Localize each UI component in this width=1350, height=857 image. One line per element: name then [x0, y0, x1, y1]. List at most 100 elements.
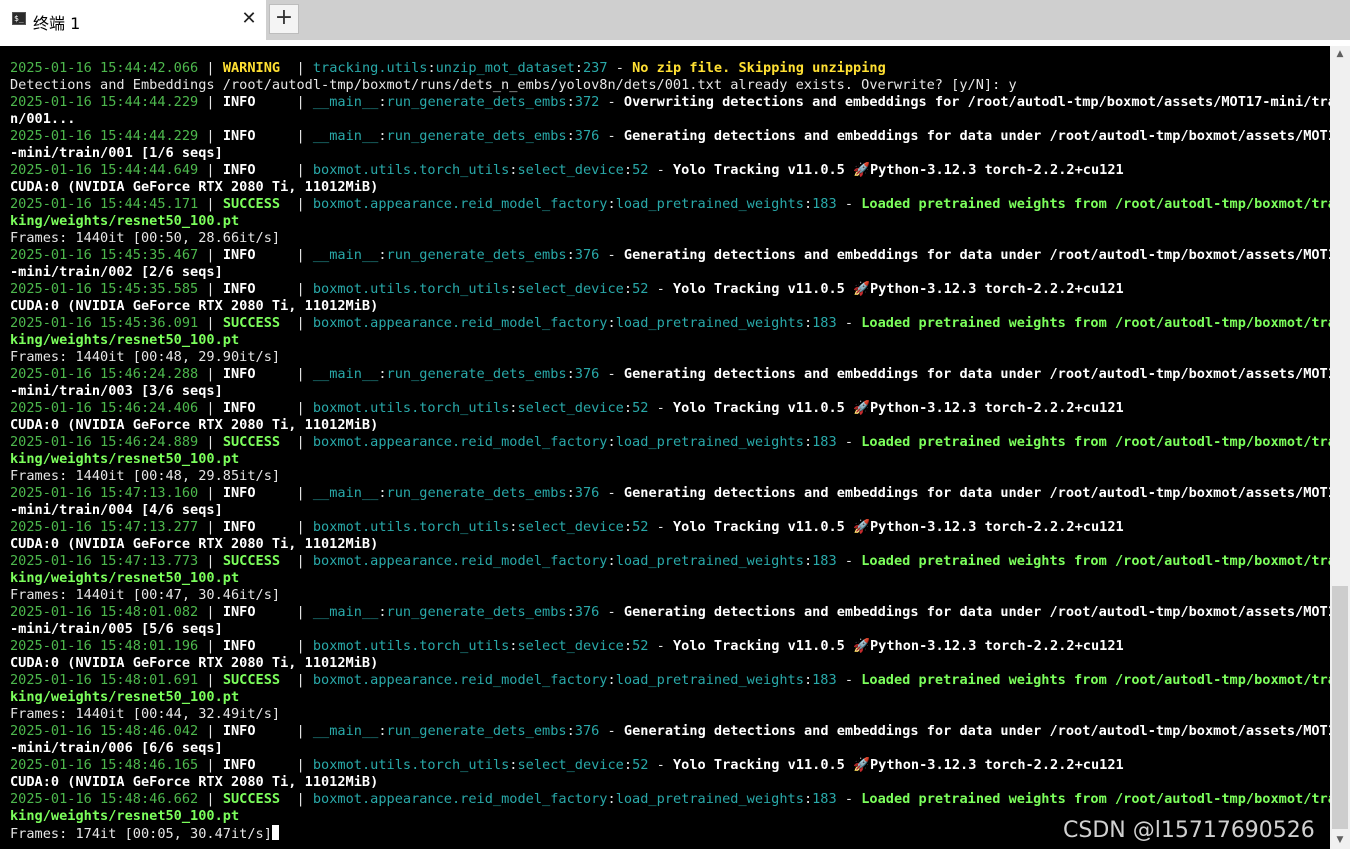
scroll-up-icon[interactable]: ▲: [1330, 46, 1350, 63]
close-icon[interactable]: ✕: [240, 9, 258, 29]
terminal-text: Yolo Tracking v11.0.5: [673, 519, 854, 535]
terminal-text: 2025-01-16 15:48:46.042: [10, 723, 199, 739]
terminal-text: |: [288, 196, 313, 212]
terminal-text: 237: [582, 60, 608, 76]
terminal-text: run_generate_dets_embs: [386, 128, 567, 144]
terminal-text: 2025-01-16 15:48:46.165: [10, 757, 199, 773]
terminal-line: -mini/train/005 [5/6 seqs]: [10, 621, 1330, 638]
terminal-text: :: [607, 672, 616, 688]
terminal-text: :: [378, 485, 387, 501]
terminal-line: n/001...: [10, 111, 1330, 128]
terminal-text: 52: [632, 281, 649, 297]
terminal-text: Generating detections and embeddings for…: [623, 723, 1330, 739]
terminal-text: run_generate_dets_embs: [386, 604, 567, 620]
terminal-text: Detections and Embeddings /root/autodl-t…: [10, 77, 1017, 93]
terminal-text: -: [648, 638, 673, 654]
terminal-text: select_device: [517, 638, 624, 654]
terminal-text: Generating detections and embeddings for…: [623, 485, 1330, 501]
terminal-text: :: [803, 553, 813, 569]
terminal-text: boxmot.appearance.reid_model_factory: [312, 553, 608, 569]
terminal-text: Generating detections and embeddings for…: [623, 128, 1330, 144]
vertical-scrollbar[interactable]: ▲ ▼: [1330, 46, 1350, 849]
terminal-text: SUCCESS: [222, 791, 289, 807]
terminal-line: 2025-01-16 15:47:13.773 | SUCCESS | boxm…: [10, 553, 1330, 570]
terminal-text: CUDA:0 (NVIDIA GeForce RTX 2080 Ti, 1101…: [10, 536, 379, 552]
terminal-text: 🚀: [853, 519, 870, 535]
terminal-text: :: [566, 247, 575, 263]
terminal-text: Generating detections and embeddings for…: [623, 247, 1330, 263]
terminal-text: select_device: [517, 281, 624, 297]
terminal-text: Yolo Tracking v11.0.5: [673, 162, 854, 178]
terminal-text: CUDA:0 (NVIDIA GeForce RTX 2080 Ti, 1101…: [10, 417, 379, 433]
scrollbar-thumb[interactable]: [1332, 586, 1348, 829]
terminal-text: INFO: [222, 162, 289, 178]
terminal-line: 2025-01-16 15:46:24.889 | SUCCESS | boxm…: [10, 434, 1330, 451]
terminal-text: CUDA:0 (NVIDIA GeForce RTX 2080 Ti, 1101…: [10, 774, 379, 790]
terminal-text: Frames: 1440it [00:50, 28.66it/s]: [10, 230, 281, 246]
terminal-text: 183: [812, 196, 837, 212]
terminal-text: boxmot.utils.torch_utils: [312, 638, 510, 654]
terminal-text: 52: [632, 162, 649, 178]
terminal-line: 2025-01-16 15:44:42.066 | WARNING | trac…: [10, 60, 1330, 77]
terminal-text: 🚀: [853, 757, 870, 773]
terminal-line: king/weights/resnet50_100.pt: [10, 213, 1330, 230]
terminal-text: |: [198, 94, 223, 110]
tab-terminal-1[interactable]: $_ 终端 1 ✕: [0, 0, 266, 40]
terminal-text: Loaded pretrained weights from /root/aut…: [861, 196, 1330, 212]
terminal-text: 2025-01-16 15:48:01.196: [10, 638, 199, 654]
terminal-text: INFO: [222, 604, 289, 620]
terminal-text: |: [288, 128, 313, 144]
terminal-text: 🚀: [853, 400, 870, 416]
terminal-text: 52: [632, 757, 649, 773]
terminal-text: boxmot.appearance.reid_model_factory: [312, 791, 608, 807]
terminal-text: |: [198, 196, 223, 212]
terminal-text: -mini/train/006 [6/6 seqs]: [10, 740, 223, 756]
terminal-text: 2025-01-16 15:47:13.160: [10, 485, 199, 501]
terminal-text: 2025-01-16 15:45:36.091: [10, 315, 199, 331]
terminal-text: -: [599, 366, 624, 382]
terminal-text: :: [427, 60, 436, 76]
terminal-text: run_generate_dets_embs: [386, 485, 567, 501]
scroll-down-icon[interactable]: ▼: [1330, 832, 1350, 849]
new-tab-button[interactable]: +: [269, 4, 299, 34]
terminal-text: INFO: [222, 94, 289, 110]
terminal-line: CUDA:0 (NVIDIA GeForce RTX 2080 Ti, 1101…: [10, 536, 1330, 553]
terminal-text: tracking.utils: [312, 60, 428, 76]
terminal-output[interactable]: 2025-01-16 15:44:42.066 | WARNING | trac…: [0, 46, 1330, 849]
terminal-text: 376: [574, 604, 600, 620]
terminal-text: INFO: [222, 757, 289, 773]
terminal-text: 2025-01-16 15:44:42.066: [10, 60, 199, 76]
terminal-text: :: [566, 94, 575, 110]
terminal-text: 2025-01-16 15:44:45.171: [10, 196, 199, 212]
terminal-text: 376: [574, 128, 600, 144]
terminal-lines: 2025-01-16 15:44:42.066 | WARNING | trac…: [10, 60, 1330, 842]
terminal-line: 2025-01-16 15:45:36.091 | SUCCESS | boxm…: [10, 315, 1330, 332]
terminal-text: -mini/train/001 [1/6 seqs]: [10, 145, 223, 161]
terminal-text: boxmot.appearance.reid_model_factory: [312, 196, 608, 212]
terminal-text: load_pretrained_weights: [615, 791, 804, 807]
terminal-text: |: [288, 638, 313, 654]
terminal-text: CUDA:0 (NVIDIA GeForce RTX 2080 Ti, 1101…: [10, 179, 379, 195]
terminal-text: |: [288, 247, 313, 263]
terminal-text: Generating detections and embeddings for…: [623, 366, 1330, 382]
terminal-text: Loaded pretrained weights from /root/aut…: [861, 553, 1330, 569]
terminal-text: 52: [632, 638, 649, 654]
terminal-text: -: [648, 162, 673, 178]
terminal-text: Python-3.12.3 torch-2.2.2+cu121: [870, 162, 1124, 178]
terminal-line: -mini/train/001 [1/6 seqs]: [10, 145, 1330, 162]
terminal-text: 376: [574, 247, 600, 263]
terminal-line: 2025-01-16 15:48:46.042 | INFO | __main_…: [10, 723, 1330, 740]
terminal-text: |: [288, 672, 313, 688]
terminal-text: 183: [812, 315, 837, 331]
terminal-text: 52: [632, 400, 649, 416]
terminal-text: Yolo Tracking v11.0.5: [673, 400, 854, 416]
terminal-text: -: [648, 757, 673, 773]
terminal-text: -: [836, 553, 862, 569]
terminal-text: :: [566, 604, 575, 620]
terminal-text: Python-3.12.3 torch-2.2.2+cu121: [870, 757, 1124, 773]
bottom-border: [0, 849, 1350, 857]
terminal-text: 2025-01-16 15:48:01.691: [10, 672, 199, 688]
terminal-text: Python-3.12.3 torch-2.2.2+cu121: [870, 519, 1124, 535]
watermark: CSDN @l15717690526: [1063, 818, 1315, 843]
terminal-text: __main__: [312, 604, 379, 620]
